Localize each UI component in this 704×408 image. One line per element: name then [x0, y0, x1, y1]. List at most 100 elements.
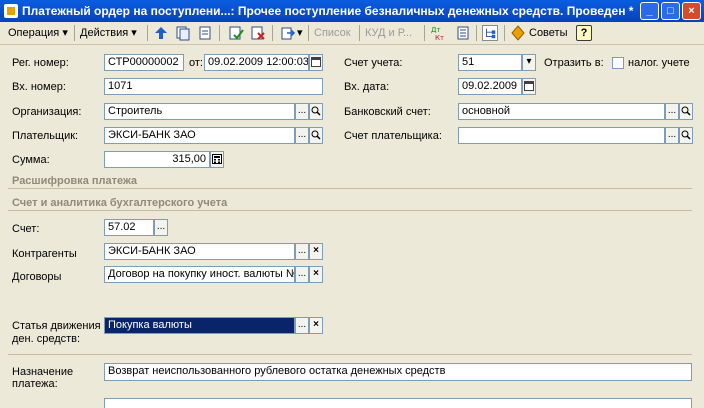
reg-number-field[interactable]: СТР00000002: [104, 54, 184, 71]
organization-label: Организация:: [12, 106, 82, 118]
chevron-down-icon: ▾: [131, 27, 137, 39]
purpose-divider: [8, 354, 692, 355]
cash-flow-item-select-button[interactable]: ...: [295, 317, 309, 334]
move-up-icon[interactable]: [153, 25, 169, 41]
sum-label: Сумма:: [12, 154, 50, 166]
calculator-icon: [212, 154, 222, 164]
account-dropdown-button[interactable]: ▾: [522, 54, 536, 71]
date-from-field[interactable]: 09.02.2009 12:00:03: [204, 54, 309, 71]
cash-flow-item-field[interactable]: Покупка валюты: [104, 317, 295, 334]
purpose-field[interactable]: Возврат неиспользованного рублевого оста…: [104, 363, 692, 381]
toolbar-separator: [219, 25, 220, 41]
in-date-field[interactable]: 09.02.2009: [458, 78, 522, 95]
go-to-icon[interactable]: [280, 25, 296, 41]
date-from-label: от:: [189, 57, 203, 69]
magnifier-icon: [311, 106, 321, 116]
payer-account-open-button[interactable]: [679, 127, 693, 144]
toolbar-separator: [147, 25, 148, 41]
advice-button[interactable]: Советы: [529, 25, 567, 41]
toolbar-separator: [308, 25, 309, 41]
bank-account-open-button[interactable]: [679, 103, 693, 120]
magnifier-icon: [681, 130, 691, 140]
cash-flow-item-label-2: ден. средств:: [12, 333, 81, 345]
tax-accounting-label: налог. учете: [628, 57, 690, 69]
pd-account-label: Счет:: [12, 223, 40, 235]
calendar-icon: [524, 81, 534, 91]
calendar-icon: [311, 57, 321, 67]
title-bar: Платежный ордер на поступлени...: Прочее…: [0, 0, 704, 22]
subsection-divider: [8, 210, 692, 211]
payer-open-button[interactable]: [309, 127, 323, 144]
payer-account-field[interactable]: [458, 127, 665, 144]
tax-accounting-checkbox[interactable]: [612, 57, 624, 69]
lightbulb-icon: [511, 25, 525, 41]
organization-open-button[interactable]: [309, 103, 323, 120]
hierarchy-icon[interactable]: [482, 25, 498, 41]
counterparties-clear-button[interactable]: ×: [309, 243, 323, 260]
payer-field[interactable]: ЭКСИ-БАНК ЗАО: [104, 127, 295, 144]
magnifier-icon: [681, 106, 691, 116]
toolbar-separator: [272, 25, 273, 41]
minimize-button[interactable]: _: [640, 2, 659, 20]
payer-select-button[interactable]: ...: [295, 127, 309, 144]
contracts-label: Договоры: [12, 271, 62, 283]
next-field-partial[interactable]: [104, 398, 692, 408]
calendar-button[interactable]: [309, 54, 323, 71]
purpose-label-2: платежа:: [12, 378, 58, 390]
in-date-label: Вх. дата:: [344, 81, 390, 93]
toolbar-separator: [74, 25, 75, 41]
list-button[interactable]: Список: [314, 25, 351, 41]
maximize-button[interactable]: □: [661, 2, 680, 20]
kud-button[interactable]: КУД и Р...: [365, 25, 412, 41]
toolbar-separator: [424, 25, 425, 41]
toolbar: Операция ▾ Действия ▾ ▾ Список КУД и Р..…: [0, 22, 704, 45]
in-date-calendar-button[interactable]: [522, 78, 536, 95]
magnifier-icon: [311, 130, 321, 140]
pd-account-field[interactable]: 57.02: [104, 219, 154, 236]
counterparties-select-button[interactable]: ...: [295, 243, 309, 260]
payer-label: Плательщик:: [12, 130, 79, 142]
bank-account-label: Банковский счет:: [344, 106, 431, 118]
contracts-field[interactable]: Договор на покупку иност. валюты №: [104, 266, 295, 283]
svg-text:Дт: Дт: [431, 26, 441, 34]
copy-document-icon[interactable]: [175, 25, 191, 41]
debit-credit-icon[interactable]: ДтКт: [430, 25, 446, 41]
calculator-button[interactable]: [210, 151, 224, 168]
cash-flow-item-clear-button[interactable]: ×: [309, 317, 323, 334]
actions-menu[interactable]: Действия ▾: [80, 25, 137, 41]
document-icon[interactable]: [197, 25, 213, 41]
in-number-field[interactable]: 1071: [104, 78, 323, 95]
counterparties-label: Контрагенты: [12, 248, 77, 260]
window-title: Платежный ордер на поступлени...: Прочее…: [22, 4, 634, 18]
post-document-icon[interactable]: [228, 25, 244, 41]
bank-account-select-button[interactable]: ...: [665, 103, 679, 120]
unpost-document-icon[interactable]: [250, 25, 266, 41]
operation-menu[interactable]: Операция ▾: [8, 25, 68, 41]
counterparties-field[interactable]: ЭКСИ-БАНК ЗАО: [104, 243, 295, 260]
go-to-dropdown[interactable]: ▾: [297, 25, 303, 41]
structure-icon[interactable]: [455, 25, 471, 41]
reflect-in-label: Отразить в:: [544, 57, 604, 69]
cash-flow-item-label-1: Статья движения: [12, 320, 101, 332]
pd-account-select-button[interactable]: ...: [154, 219, 168, 236]
bank-account-field[interactable]: основной: [458, 103, 665, 120]
payer-account-select-button[interactable]: ...: [665, 127, 679, 144]
contracts-clear-button[interactable]: ×: [309, 266, 323, 283]
organization-select-button[interactable]: ...: [295, 103, 309, 120]
sum-field[interactable]: 315,00: [104, 151, 210, 168]
toolbar-separator: [359, 25, 360, 41]
section-divider: [8, 188, 692, 189]
chevron-down-icon: ▾: [62, 27, 68, 39]
account-field[interactable]: 51: [458, 54, 522, 71]
payment-details-section-title: Расшифровка платежа: [12, 175, 138, 187]
account-label: Счет учета:: [344, 57, 403, 69]
in-number-label: Вх. номер:: [12, 81, 66, 93]
accounting-analytics-subtitle: Счет и аналитика бухгалтерского учета: [12, 197, 228, 209]
reg-number-label: Рег. номер:: [12, 57, 69, 69]
help-button[interactable]: ?: [576, 25, 592, 41]
organization-field[interactable]: Строитель: [104, 103, 295, 120]
close-button[interactable]: ×: [682, 2, 701, 20]
contracts-select-button[interactable]: ...: [295, 266, 309, 283]
purpose-label-1: Назначение: [12, 366, 74, 378]
svg-text:Кт: Кт: [435, 34, 444, 41]
